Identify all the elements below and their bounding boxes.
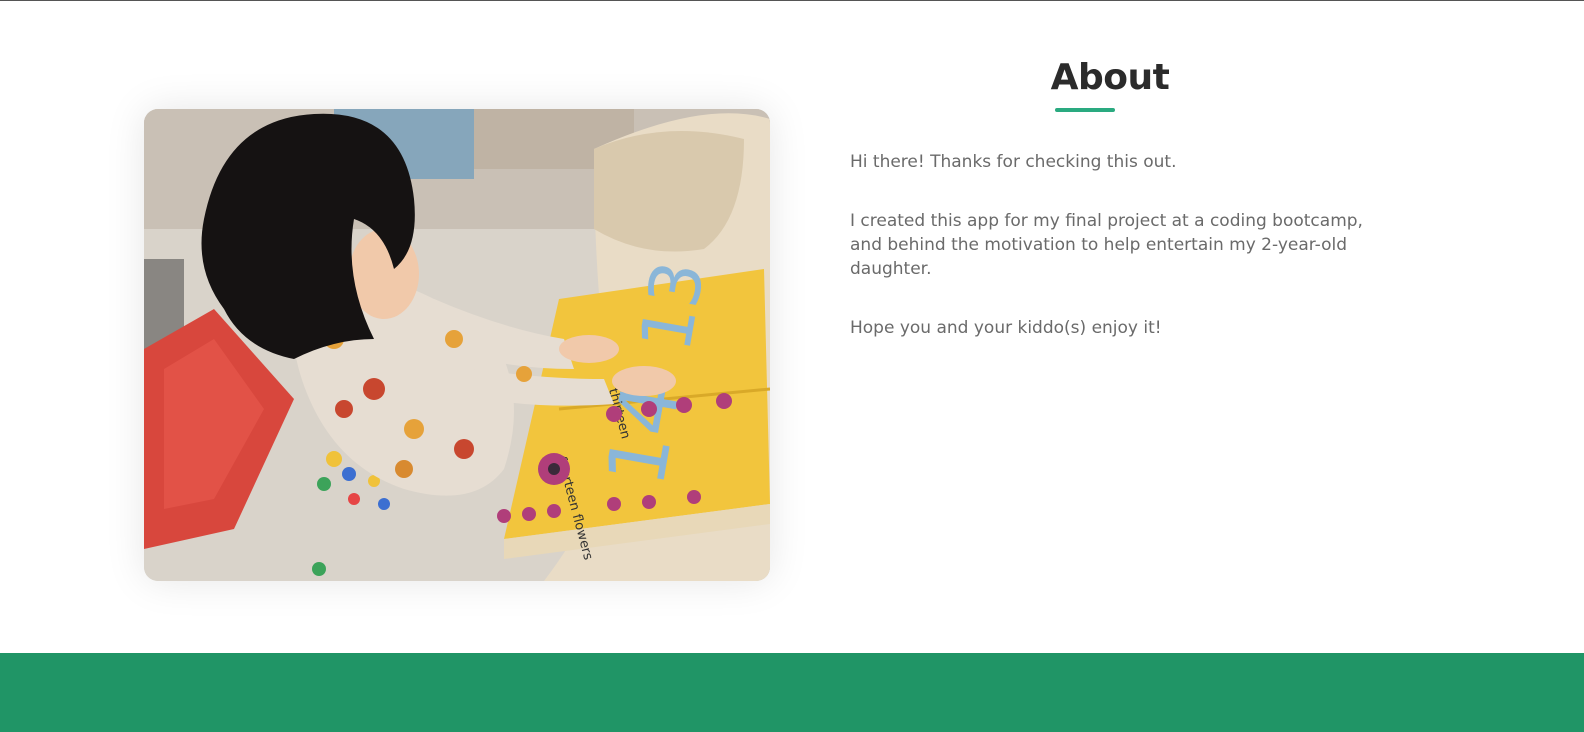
- title-underline: [1055, 108, 1115, 112]
- page-title: About: [1050, 57, 1170, 98]
- about-text: Hi there! Thanks for checking this out. …: [850, 150, 1390, 375]
- footer: [0, 653, 1584, 732]
- about-paragraph-motivation: I created this app for my final project …: [850, 211, 1363, 279]
- top-border: [0, 0, 1584, 1]
- child-reading-book-image: 13 14 thirteen fourteen flowers: [144, 109, 770, 581]
- about-photo: 13 14 thirteen fourteen flowers: [144, 109, 770, 581]
- about-paragraph-greeting: Hi there! Thanks for checking this out.: [850, 152, 1177, 172]
- about-paragraph-closing: Hope you and your kiddo(s) enjoy it!: [850, 318, 1162, 338]
- book-number-13: 13: [625, 255, 721, 357]
